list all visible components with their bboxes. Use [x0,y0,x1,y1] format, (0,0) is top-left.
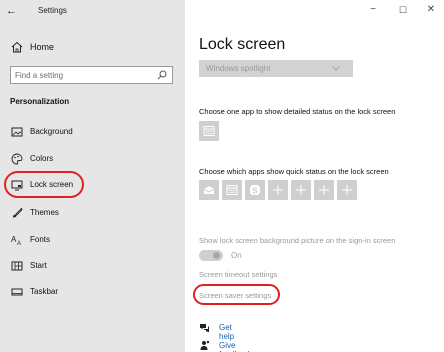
sidebar-item-start[interactable]: Start [8,257,178,275]
help-icon [200,324,209,332]
detailed-status-caption: Choose one app to show detailed status o… [199,107,396,116]
sidebar-item-label: Themes [30,208,59,217]
calendar-icon [226,185,238,195]
screen-timeout-link[interactable]: Screen timeout settings [199,270,277,279]
taskbar-icon [11,288,23,296]
quick-status-add-button[interactable] [268,180,288,200]
sidebar-item-label: Colors [30,154,54,163]
background-select[interactable]: Windows spotlight [199,60,353,77]
plus-icon [273,185,283,195]
grid-icon [11,261,23,271]
picture-icon [11,127,23,137]
home-icon [11,41,23,53]
toggle-knob [213,252,220,259]
sidebar: ← Settings Home Personalization Backgrou… [0,0,185,352]
home-label: Home [30,42,55,52]
sidebar-item-label: Taskbar [30,287,59,296]
brush-icon [13,207,23,218]
give-feedback-label: Give feedback [219,341,251,352]
font-icon: A A [11,235,21,246]
sidebar-item-themes[interactable]: Themes [8,204,178,222]
svg-text:A: A [17,241,21,246]
quick-status-skype-button[interactable]: S [245,180,265,200]
plus-icon [296,185,306,195]
detailed-status-app-button[interactable] [199,121,219,141]
quick-status-add-button[interactable] [291,180,311,200]
sidebar-item-label: Fonts [30,235,51,244]
quick-status-add-button[interactable] [337,180,357,200]
window-title: Settings [38,6,67,15]
sidebar-item-colors[interactable]: Colors [8,150,178,168]
sidebar-item-label: Start [30,261,47,270]
section-title: Personalization [10,97,70,106]
signin-background-toggle[interactable] [199,250,223,261]
quick-status-mail-button[interactable] [199,180,219,200]
titlebar-left: ← Settings [0,0,185,22]
sidebar-item-background[interactable]: Background [8,123,178,141]
calendar-icon [203,126,215,136]
get-help-label: Get help [219,323,235,341]
lock-screen-highlight-oval [4,171,84,198]
search-input[interactable] [15,69,150,81]
background-select-value: Windows spotlight [206,64,271,73]
main-content: Lock screen Windows spotlight Choose one… [185,0,444,352]
palette-icon [11,153,23,165]
feedback-icon [200,341,209,350]
plus-icon [342,185,352,195]
search-box[interactable] [10,66,173,84]
sidebar-item-label: Background [30,127,73,136]
quick-status-caption: Choose which apps show quick status on t… [199,167,389,176]
signin-background-caption: Show lock screen background picture on t… [199,236,396,245]
sidebar-item-fonts[interactable]: A A Fonts [8,231,178,249]
page-title: Lock screen [199,36,286,53]
chevron-down-icon [332,66,340,71]
back-arrow-icon[interactable]: ← [6,5,20,17]
mail-icon [203,186,215,194]
toggle-state-label: On [231,251,242,260]
quick-status-calendar-button[interactable] [222,180,242,200]
sidebar-item-taskbar[interactable]: Taskbar [8,283,178,301]
skype-icon: S [250,185,260,195]
plus-icon [319,185,329,195]
svg-text:S: S [252,186,258,195]
sidebar-item-home[interactable]: Home [10,40,170,54]
screen-saver-highlight-oval [193,284,280,305]
search-icon[interactable] [157,70,167,80]
quick-status-add-button[interactable] [314,180,334,200]
